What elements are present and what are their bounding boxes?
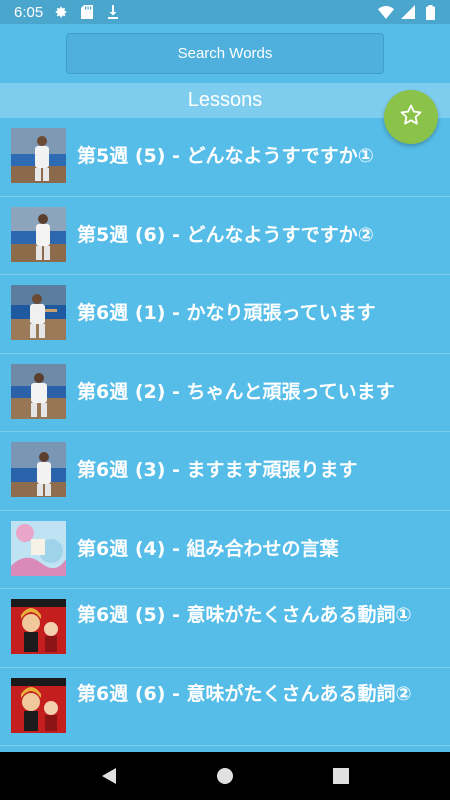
- lesson-item[interactable]: 第6週 (2) - ちゃんと頑張っています: [0, 354, 450, 432]
- lesson-thumbnail: [11, 206, 66, 262]
- lesson-thumbnail: [11, 128, 66, 183]
- lesson-title: 第6週 (5) - 意味がたくさんある動詞①: [77, 604, 412, 626]
- download-icon: [105, 4, 121, 20]
- wifi-icon: [378, 4, 394, 20]
- lesson-thumbnail: [11, 599, 66, 654]
- recents-icon[interactable]: [329, 764, 353, 788]
- lesson-list[interactable]: 第5週 (5) - どんなようすですか① 第5週 (6) - どんなようすですか…: [0, 118, 450, 748]
- lesson-thumbnail: [11, 363, 66, 419]
- lesson-item[interactable]: 第6週 (5) - 意味がたくさんある動詞①: [0, 589, 450, 668]
- search-input[interactable]: Search Words: [66, 33, 384, 74]
- lesson-title: 第5週 (6) - どんなようすですか②: [77, 223, 374, 246]
- lesson-thumbnail: [11, 285, 66, 340]
- section-title: Lessons: [187, 89, 263, 111]
- lesson-item[interactable]: 第6週 (1) - かなり頑張っています: [0, 275, 450, 354]
- lesson-thumbnail: [11, 677, 66, 733]
- section-header: Lessons: [0, 83, 450, 118]
- home-icon[interactable]: [213, 764, 237, 788]
- star-outline-icon: [399, 103, 423, 131]
- cell-signal-icon: [400, 4, 416, 20]
- lesson-item[interactable]: 第6週 (6) - 意味がたくさんある動詞②: [0, 668, 450, 746]
- favorites-fab-button[interactable]: [384, 90, 438, 144]
- search-area: Search Words: [0, 24, 450, 83]
- status-time: 6:05: [14, 3, 44, 21]
- lesson-thumbnail: [11, 442, 66, 497]
- status-bar: 6:05: [0, 0, 450, 24]
- lesson-title: 第5週 (5) - どんなようすですか①: [77, 145, 374, 167]
- lesson-item[interactable]: 第5週 (5) - どんなようすですか①: [0, 118, 450, 197]
- lesson-title: 第6週 (3) - ますます頑張ります: [77, 459, 358, 481]
- lesson-item[interactable]: 第5週 (6) - どんなようすですか②: [0, 197, 450, 275]
- lesson-title: 第6週 (6) - 意味がたくさんある動詞②: [77, 682, 412, 705]
- sd-card-icon: [79, 4, 95, 20]
- lesson-title: 第6週 (4) - 組み合わせの言葉: [77, 537, 339, 560]
- lesson-title: 第6週 (1) - かなり頑張っています: [77, 302, 376, 324]
- lesson-thumbnail: [11, 520, 66, 576]
- back-icon[interactable]: [97, 764, 121, 788]
- navigation-bar: [0, 752, 450, 800]
- lesson-item[interactable]: 第6週 (4) - 組み合わせの言葉: [0, 511, 450, 589]
- search-placeholder: Search Words: [177, 45, 273, 62]
- battery-icon: [422, 4, 438, 20]
- lesson-title: 第6週 (2) - ちゃんと頑張っています: [77, 380, 395, 403]
- gear-icon: [53, 4, 69, 20]
- lesson-item[interactable]: 第6週 (3) - ますます頑張ります: [0, 432, 450, 511]
